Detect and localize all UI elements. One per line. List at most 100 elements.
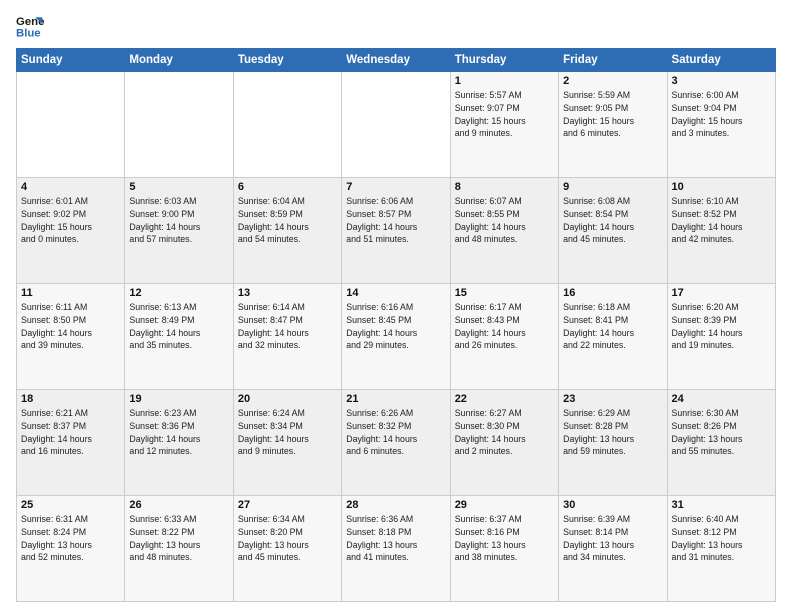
day-info: Sunrise: 5:59 AM Sunset: 9:05 PM Dayligh… (563, 89, 662, 140)
day-number: 26 (129, 499, 228, 511)
calendar-cell: 1 Sunrise: 5:57 AM Sunset: 9:07 PM Daylig… (450, 72, 558, 178)
calendar-cell: 31 Sunrise: 6:40 AM Sunset: 8:12 PM Dayli… (667, 496, 775, 602)
calendar-cell: 26Sunrise: 6:33 AM Sunset: 8:22 PM Dayli… (125, 496, 233, 602)
day-info: Sunrise: 6:01 AM Sunset: 9:02 PM Dayligh… (21, 195, 120, 246)
day-info: Sunrise: 6:11 AM Sunset: 8:50 PM Dayligh… (21, 301, 120, 352)
day-number: 10 (672, 181, 771, 193)
header-day-monday: Monday (125, 49, 233, 72)
calendar-cell: 15 Sunrise: 6:17 AM Sunset: 8:43 PM Dayli… (450, 284, 558, 390)
calendar-cell: 3Sunrise: 6:00 AM Sunset: 9:04 PM Daylig… (667, 72, 775, 178)
day-number: 15 (455, 287, 554, 299)
header-day-wednesday: Wednesday (342, 49, 450, 72)
calendar-cell: 25 Sunrise: 6:31 AM Sunset: 8:24 PM Dayli… (17, 496, 125, 602)
day-number: 12 (129, 287, 228, 299)
day-info: Sunrise: 6:10 AM Sunset: 8:52 PM Dayligh… (672, 195, 771, 246)
calendar-cell: 11 Sunrise: 6:11 AM Sunset: 8:50 PM Dayli… (17, 284, 125, 390)
header-row: SundayMondayTuesdayWednesdayThursdayFrid… (17, 49, 776, 72)
header-day-sunday: Sunday (17, 49, 125, 72)
calendar-cell: 7 Sunrise: 6:06 AM Sunset: 8:57 PM Daylig… (342, 178, 450, 284)
day-number: 11 (21, 287, 120, 299)
day-number: 6 (238, 181, 337, 193)
day-info: Sunrise: 6:23 AM Sunset: 8:36 PM Dayligh… (129, 407, 228, 458)
calendar-cell: 18 Sunrise: 6:21 AM Sunset: 8:37 PM Dayli… (17, 390, 125, 496)
calendar-cell: 6 Sunrise: 6:04 AM Sunset: 8:59 PM Daylig… (233, 178, 341, 284)
week-row-4: 18 Sunrise: 6:21 AM Sunset: 8:37 PM Dayli… (17, 390, 776, 496)
day-number: 16 (563, 287, 662, 299)
header-day-tuesday: Tuesday (233, 49, 341, 72)
calendar-cell: 17 Sunrise: 6:20 AM Sunset: 8:39 PM Dayli… (667, 284, 775, 390)
calendar-cell: 29 Sunrise: 6:37 AM Sunset: 8:16 PM Dayli… (450, 496, 558, 602)
day-info: Sunrise: 6:29 AM Sunset: 8:28 PM Dayligh… (563, 407, 662, 458)
calendar-cell: 24Sunrise: 6:30 AM Sunset: 8:26 PM Dayli… (667, 390, 775, 496)
calendar-cell: 23 Sunrise: 6:29 AM Sunset: 8:28 PM Dayli… (559, 390, 667, 496)
day-info: Sunrise: 6:04 AM Sunset: 8:59 PM Dayligh… (238, 195, 337, 246)
day-number: 14 (346, 287, 445, 299)
logo: General Blue (16, 12, 44, 40)
day-info: Sunrise: 6:39 AM Sunset: 8:14 PM Dayligh… (563, 513, 662, 564)
day-number: 29 (455, 499, 554, 511)
calendar-cell: 16 Sunrise: 6:18 AM Sunset: 8:41 PM Dayli… (559, 284, 667, 390)
header-day-thursday: Thursday (450, 49, 558, 72)
calendar-table: SundayMondayTuesdayWednesdayThursdayFrid… (16, 48, 776, 602)
day-info: Sunrise: 6:24 AM Sunset: 8:34 PM Dayligh… (238, 407, 337, 458)
calendar-cell: 22Sunrise: 6:27 AM Sunset: 8:30 PM Dayli… (450, 390, 558, 496)
calendar-page: General Blue SundayMondayTuesdayWednesda… (0, 0, 792, 612)
calendar-cell: 8 Sunrise: 6:07 AM Sunset: 8:55 PM Daylig… (450, 178, 558, 284)
day-number: 19 (129, 393, 228, 405)
calendar-cell: 19 Sunrise: 6:23 AM Sunset: 8:36 PM Dayli… (125, 390, 233, 496)
calendar-header: SundayMondayTuesdayWednesdayThursdayFrid… (17, 49, 776, 72)
calendar-cell: 27 Sunrise: 6:34 AM Sunset: 8:20 PM Dayli… (233, 496, 341, 602)
week-row-2: 4 Sunrise: 6:01 AM Sunset: 9:02 PM Daylig… (17, 178, 776, 284)
header-day-friday: Friday (559, 49, 667, 72)
header-day-saturday: Saturday (667, 49, 775, 72)
calendar-cell: 13Sunrise: 6:14 AM Sunset: 8:47 PM Dayli… (233, 284, 341, 390)
day-info: Sunrise: 5:57 AM Sunset: 9:07 PM Dayligh… (455, 89, 554, 140)
calendar-cell: 28Sunrise: 6:36 AM Sunset: 8:18 PM Dayli… (342, 496, 450, 602)
day-info: Sunrise: 6:13 AM Sunset: 8:49 PM Dayligh… (129, 301, 228, 352)
day-number: 25 (21, 499, 120, 511)
day-number: 13 (238, 287, 337, 299)
day-number: 18 (21, 393, 120, 405)
day-info: Sunrise: 6:06 AM Sunset: 8:57 PM Dayligh… (346, 195, 445, 246)
day-info: Sunrise: 6:00 AM Sunset: 9:04 PM Dayligh… (672, 89, 771, 140)
day-number: 20 (238, 393, 337, 405)
day-number: 31 (672, 499, 771, 511)
day-info: Sunrise: 6:40 AM Sunset: 8:12 PM Dayligh… (672, 513, 771, 564)
day-info: Sunrise: 6:18 AM Sunset: 8:41 PM Dayligh… (563, 301, 662, 352)
calendar-cell: 12 Sunrise: 6:13 AM Sunset: 8:49 PM Dayli… (125, 284, 233, 390)
calendar-cell: 30Sunrise: 6:39 AM Sunset: 8:14 PM Dayli… (559, 496, 667, 602)
week-row-1: 1 Sunrise: 5:57 AM Sunset: 9:07 PM Daylig… (17, 72, 776, 178)
day-number: 27 (238, 499, 337, 511)
day-info: Sunrise: 6:34 AM Sunset: 8:20 PM Dayligh… (238, 513, 337, 564)
calendar-cell (233, 72, 341, 178)
calendar-cell (125, 72, 233, 178)
day-info: Sunrise: 6:07 AM Sunset: 8:55 PM Dayligh… (455, 195, 554, 246)
day-info: Sunrise: 6:21 AM Sunset: 8:37 PM Dayligh… (21, 407, 120, 458)
day-number: 23 (563, 393, 662, 405)
day-info: Sunrise: 6:17 AM Sunset: 8:43 PM Dayligh… (455, 301, 554, 352)
day-number: 21 (346, 393, 445, 405)
week-row-3: 11 Sunrise: 6:11 AM Sunset: 8:50 PM Dayli… (17, 284, 776, 390)
day-info: Sunrise: 6:30 AM Sunset: 8:26 PM Dayligh… (672, 407, 771, 458)
day-number: 4 (21, 181, 120, 193)
day-info: Sunrise: 6:20 AM Sunset: 8:39 PM Dayligh… (672, 301, 771, 352)
calendar-cell: 20 Sunrise: 6:24 AM Sunset: 8:34 PM Dayli… (233, 390, 341, 496)
day-info: Sunrise: 6:31 AM Sunset: 8:24 PM Dayligh… (21, 513, 120, 564)
day-number: 17 (672, 287, 771, 299)
calendar-cell: 9Sunrise: 6:08 AM Sunset: 8:54 PM Daylig… (559, 178, 667, 284)
day-info: Sunrise: 6:03 AM Sunset: 9:00 PM Dayligh… (129, 195, 228, 246)
calendar-cell: 14Sunrise: 6:16 AM Sunset: 8:45 PM Dayli… (342, 284, 450, 390)
calendar-cell: 21 Sunrise: 6:26 AM Sunset: 8:32 PM Dayli… (342, 390, 450, 496)
calendar-cell: 5Sunrise: 6:03 AM Sunset: 9:00 PM Daylig… (125, 178, 233, 284)
day-number: 7 (346, 181, 445, 193)
calendar-cell: 4 Sunrise: 6:01 AM Sunset: 9:02 PM Daylig… (17, 178, 125, 284)
svg-text:Blue: Blue (16, 28, 41, 40)
day-number: 1 (455, 75, 554, 87)
day-info: Sunrise: 6:37 AM Sunset: 8:16 PM Dayligh… (455, 513, 554, 564)
day-info: Sunrise: 6:08 AM Sunset: 8:54 PM Dayligh… (563, 195, 662, 246)
day-number: 8 (455, 181, 554, 193)
calendar-cell: 10 Sunrise: 6:10 AM Sunset: 8:52 PM Dayli… (667, 178, 775, 284)
day-info: Sunrise: 6:26 AM Sunset: 8:32 PM Dayligh… (346, 407, 445, 458)
day-info: Sunrise: 6:36 AM Sunset: 8:18 PM Dayligh… (346, 513, 445, 564)
day-number: 2 (563, 75, 662, 87)
